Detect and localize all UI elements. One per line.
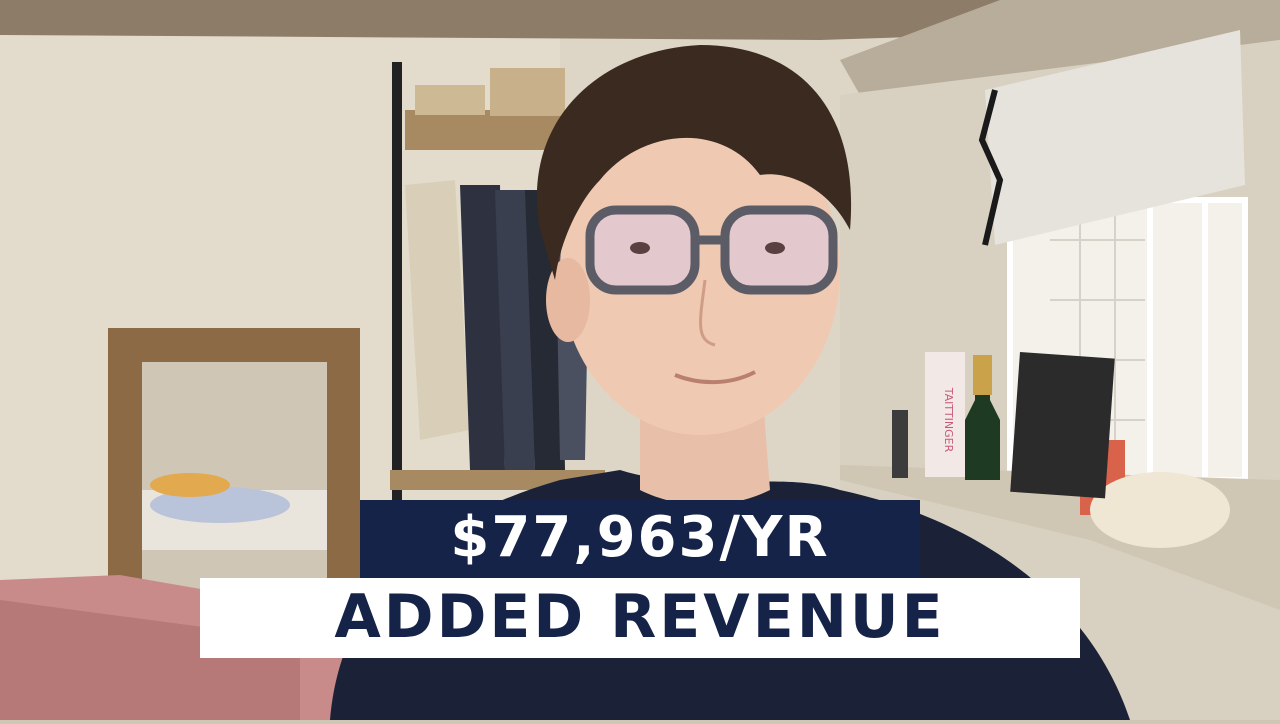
caption-revenue-amount: $77,963/YR [360, 500, 920, 578]
picture-frame-on-sill [1010, 352, 1115, 499]
cloth-bag [1090, 472, 1230, 548]
storage-basket [415, 85, 485, 115]
clothes-rack-post [392, 62, 402, 502]
caption-added-revenue: ADDED REVENUE [200, 578, 1080, 658]
storage-basket [490, 68, 565, 116]
svg-text:TAITTINGER: TAITTINGER [942, 387, 955, 453]
small-bottle [892, 410, 908, 478]
